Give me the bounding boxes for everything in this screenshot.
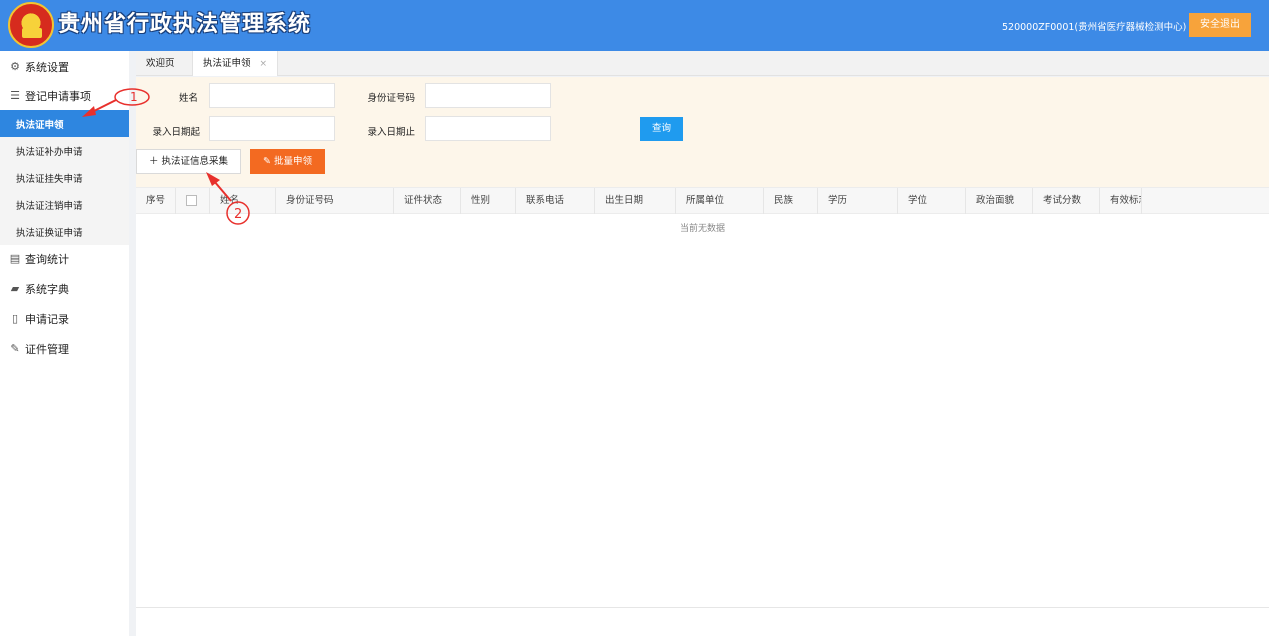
table-footer-divider [136,607,1269,608]
empty-state-text: 当前无数据 [679,224,725,234]
column-header: 身份证号码 [276,188,394,214]
sidebar-group-registration[interactable]: ☰ 登记申请事项 [0,82,129,110]
logout-button[interactable]: 安全退出 [1189,13,1251,37]
gear-icon: ⚙ [10,60,20,73]
date-start-input[interactable] [209,116,335,141]
table-header: 序号 姓名 身份证号码 证件状态 性别 联系电话 出生日期 所属单位 民族 学历… [136,187,1269,214]
national-emblem-icon: ★ [8,2,54,48]
batch-apply-button[interactable]: ✎ 批量申领 [250,149,325,174]
tab-bar: 欢迎页 执法证申领 × [136,51,1269,76]
tab-welcome[interactable]: 欢迎页 [136,51,185,76]
column-header: 联系电话 [516,188,595,214]
sidebar-item-label: 执法证挂失申请 [16,173,83,185]
app-header: ★ 贵州省行政执法管理系统 520000ZF0001(贵州省医疗器械检测中心) … [0,0,1269,51]
document-icon: ▯ [11,312,19,325]
sidebar-item-license-renew[interactable]: 执法证换证申请 [0,218,129,245]
sidebar-group-label: 证件管理 [25,343,69,356]
current-user: 520000ZF0001(贵州省医疗器械检测中心) [1002,22,1187,33]
book-icon: ▰ [10,282,20,295]
sidebar-group-label: 查询统计 [25,253,69,266]
database-icon: ▤ [9,252,21,265]
name-input[interactable] [209,83,335,108]
sidebar-item-label: 执法证申领 [16,119,64,131]
name-label: 姓名 [178,93,198,104]
column-header: 考试分数 [1033,188,1100,214]
sidebar-group-application-records[interactable]: ▯ 申请记录 [0,305,129,333]
column-header: 证件状态 [394,188,461,214]
date-start-label: 录入日期起 [152,127,200,138]
id-number-input[interactable] [425,83,551,108]
column-header: 学历 [818,188,898,214]
id-number-label: 身份证号码 [367,93,415,104]
sidebar-item-label: 执法证换证申请 [16,227,83,239]
column-header: 所属单位 [676,188,764,214]
sidebar-item-license-apply[interactable]: 执法证申领 [0,110,129,137]
tab-label: 欢迎页 [146,58,175,69]
column-header: 序号 [136,188,176,214]
collect-info-label: 执法证信息采集 [161,156,229,167]
batch-apply-label: 批量申领 [273,156,312,167]
column-header: 姓名 [210,188,276,214]
sidebar-group-system-settings[interactable]: ⚙ 系统设置 [0,53,129,81]
system-title: 贵州省行政执法管理系统 [58,12,312,37]
sidebar-group-certificate-management[interactable]: ✎ 证件管理 [0,335,129,363]
sidebar-group-query-stats[interactable]: ▤ 查询统计 [0,245,129,273]
sidebar-group-label: 系统字典 [25,283,69,296]
sidebar-group-label: 申请记录 [25,313,69,326]
sidebar-group-label: 登记申请事项 [25,90,91,103]
sidebar-item-license-loss[interactable]: 执法证挂失申请 [0,164,129,191]
column-header: 性别 [461,188,516,214]
main-content: 姓名 身份证号码 录入日期起 录入日期止 查询 ＋ 执法证信息采集 ✎ 批量申领… [136,77,1269,636]
select-all-column [176,188,210,214]
column-header: 民族 [764,188,818,214]
sidebar: ⚙ 系统设置 ☰ 登记申请事项 执法证申领 执法证补办申请 执法证挂失申请 执法… [0,51,129,636]
column-header: 有效标志 [1100,188,1142,214]
plus-icon: ＋ [148,156,159,167]
tab-license-apply[interactable]: 执法证申领 × [192,51,279,76]
sidebar-item-label: 执法证补办申请 [16,146,83,158]
search-panel: 姓名 身份证号码 录入日期起 录入日期止 查询 ＋ 执法证信息采集 ✎ 批量申领 [136,77,1269,187]
column-header: 学位 [898,188,966,214]
query-button[interactable]: 查询 [640,117,683,141]
sliders-icon: ☰ [10,89,20,102]
wrench-icon: ✎ [10,342,20,355]
sidebar-group-dictionary[interactable]: ▰ 系统字典 [0,275,129,303]
sidebar-item-label: 执法证注销申请 [16,200,83,212]
column-header: 出生日期 [595,188,676,214]
pencil-icon: ✎ [262,156,271,167]
column-header: 政治面貌 [966,188,1033,214]
sidebar-item-license-reissue[interactable]: 执法证补办申请 [0,137,129,164]
sidebar-item-license-cancel[interactable]: 执法证注销申请 [0,191,129,218]
collect-info-button[interactable]: ＋ 执法证信息采集 [136,149,241,174]
tab-label: 执法证申领 [203,58,251,69]
close-icon[interactable]: × [260,59,268,69]
date-end-input[interactable] [425,116,551,141]
sidebar-group-label: 系统设置 [25,61,69,74]
date-end-label: 录入日期止 [367,127,415,138]
select-all-checkbox[interactable] [186,195,197,206]
